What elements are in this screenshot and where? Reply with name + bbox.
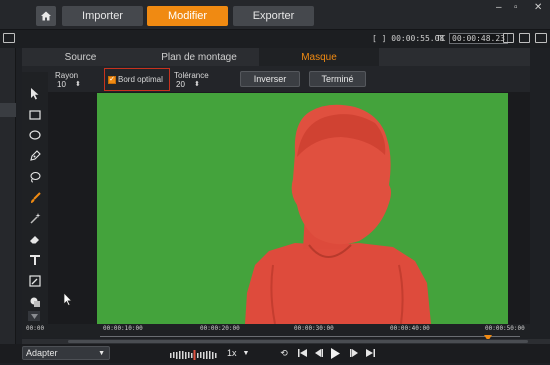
lasso-icon [30, 171, 41, 183]
combine-tool[interactable] [27, 294, 43, 310]
tab-exporter[interactable]: Exporter [233, 6, 314, 26]
optimal-edge-checkbox[interactable]: ✓ Bord optimal [104, 68, 170, 91]
previous-frame-icon[interactable] [312, 346, 324, 360]
combine-shapes-icon [30, 297, 40, 307]
brush-tool[interactable] [27, 190, 43, 206]
loop-icon[interactable]: ⟲ [278, 346, 290, 360]
ruler-label: 00:00:20:00 [200, 325, 240, 332]
chevron-down-icon: ▼ [242, 349, 250, 357]
chevron-down-icon [30, 313, 38, 319]
left-panel-strip [0, 48, 16, 348]
pen-tool[interactable] [27, 148, 43, 164]
mouse-cursor-icon [63, 292, 73, 311]
tools-scroll-down[interactable] [28, 311, 40, 321]
text-tool[interactable] [27, 252, 43, 268]
brush-icon [31, 192, 41, 203]
mask-overlay [245, 104, 431, 324]
radius-value[interactable]: 10 [57, 80, 66, 89]
pointer-icon [31, 88, 39, 100]
lasso-tool[interactable] [27, 169, 43, 185]
minimize-icon[interactable]: – [496, 2, 502, 13]
ruler-label: 00:00 [26, 325, 45, 332]
shape-edit-tool[interactable] [27, 273, 43, 289]
tolerance-value[interactable]: 20 [176, 80, 185, 89]
tab-importer[interactable]: Importer [62, 6, 143, 26]
export-frame-icon[interactable] [503, 33, 514, 43]
tolerance-stepper-icon[interactable]: ⬍ [194, 80, 200, 88]
ellipse-icon [29, 130, 41, 140]
go-to-start-icon[interactable] [296, 346, 308, 360]
rectangle-tool[interactable] [27, 107, 43, 123]
invert-button[interactable]: Inverser [240, 71, 300, 87]
speed-dropdown[interactable]: 1x ▼ [224, 346, 262, 360]
fullscreen-icon[interactable] [519, 33, 530, 43]
checkmark-icon: ✓ [108, 75, 116, 84]
magic-wand-tool[interactable] [27, 210, 43, 226]
fit-dropdown-label: Adapter [26, 348, 58, 358]
home-button[interactable] [36, 6, 56, 26]
pen-icon [30, 150, 41, 161]
video-frame[interactable] [97, 93, 508, 324]
home-icon [41, 11, 51, 21]
shape-edit-icon [29, 275, 41, 287]
optimal-edge-label: Bord optimal [118, 75, 163, 84]
tab-modifier[interactable]: Modifier [147, 6, 228, 26]
ruler-baseline [100, 336, 520, 337]
next-frame-icon[interactable] [348, 346, 360, 360]
eraser-tool[interactable] [27, 231, 43, 247]
tab-masque[interactable]: Masque [259, 48, 379, 66]
panel-icon[interactable] [3, 33, 15, 43]
radius-label: Rayon [55, 71, 79, 80]
done-button[interactable]: Terminé [309, 71, 366, 87]
pointer-tool[interactable] [27, 86, 43, 102]
ruler-label: 00:00:30:00 [294, 325, 334, 332]
fit-dropdown[interactable]: Adapter ▼ [22, 346, 110, 360]
text-icon [30, 255, 40, 265]
shuttle-control[interactable] [170, 347, 218, 360]
ruler-label: 00:00:40:00 [390, 325, 430, 332]
scrollbar-thumb[interactable] [68, 340, 528, 343]
magic-wand-icon [30, 213, 41, 224]
close-icon[interactable]: ✕ [534, 2, 542, 13]
ellipse-tool[interactable] [27, 127, 43, 143]
current-timecode[interactable]: 00:00:48.23 [449, 33, 508, 44]
playhead-marker[interactable] [484, 330, 492, 341]
chevron-down-icon: ▼ [98, 349, 105, 357]
go-to-end-icon[interactable] [364, 346, 376, 360]
restore-icon[interactable]: ▫ [514, 2, 518, 13]
speed-label: 1x [227, 348, 237, 358]
strip-item[interactable] [0, 103, 16, 117]
ruler-label: 00:00:10:00 [103, 325, 143, 332]
dual-view-icon[interactable] [535, 33, 547, 43]
play-icon[interactable] [329, 346, 341, 360]
duration-readout: [ ] 00:00:55.08 [372, 34, 445, 43]
eraser-icon [30, 236, 39, 244]
tc-label: TC [436, 34, 446, 43]
radius-stepper-icon[interactable]: ⬍ [75, 80, 81, 88]
tab-source[interactable]: Source [22, 48, 139, 66]
rectangle-icon [29, 110, 41, 120]
tab-plan-de-montage[interactable]: Plan de montage [139, 48, 259, 66]
tolerance-label: Tolérance [174, 71, 209, 80]
